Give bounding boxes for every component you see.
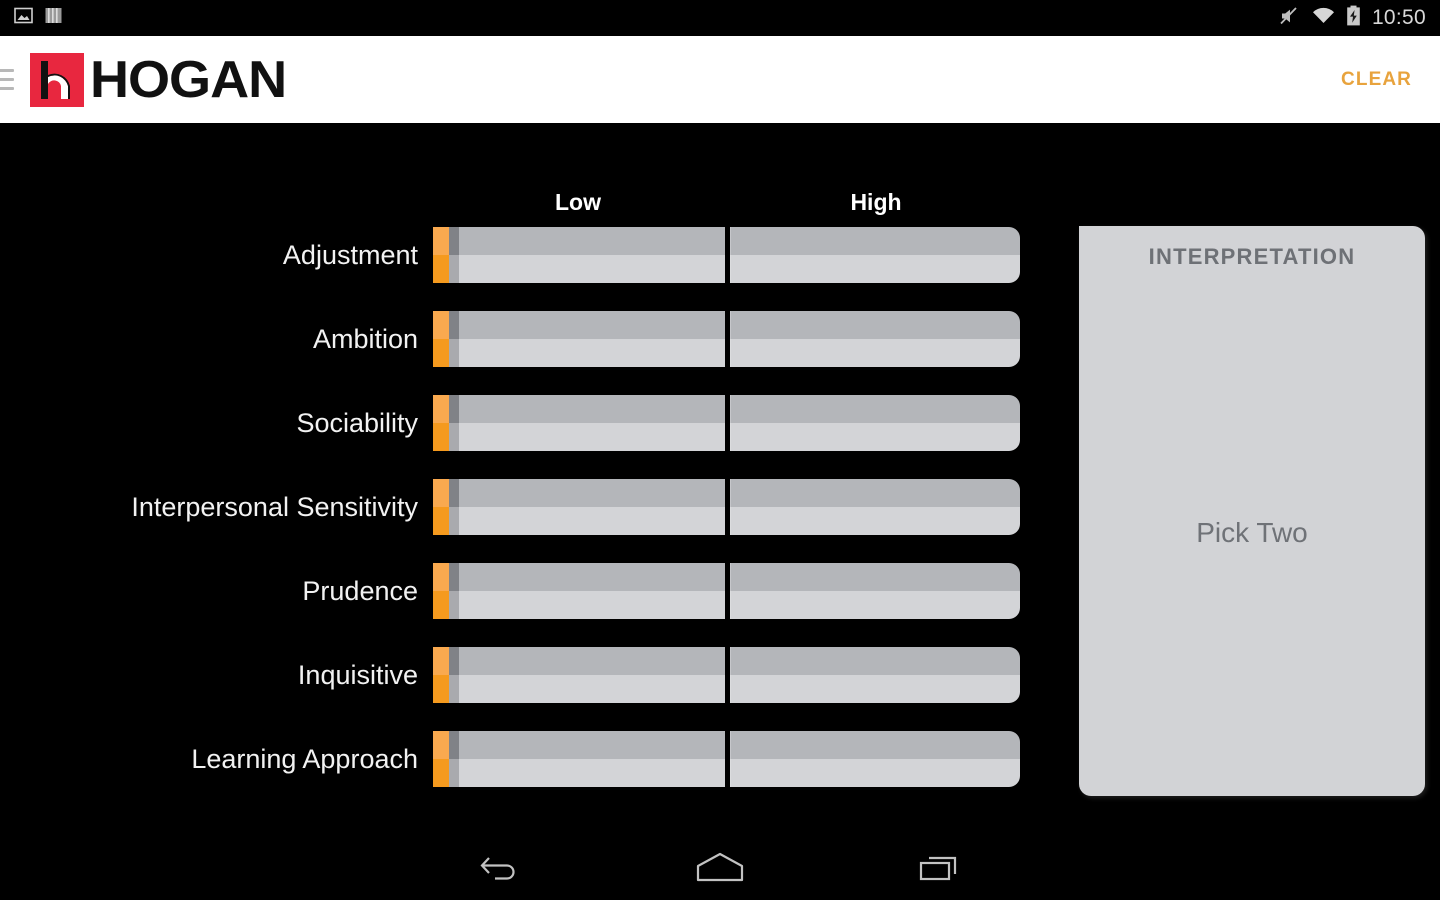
scale-marker <box>433 479 459 535</box>
interpretation-title: INTERPRETATION <box>1148 244 1356 269</box>
scale-rows: Adjustment Ambition Sociability Interperson… <box>0 227 1040 815</box>
scale-row: Sociability <box>0 395 1040 451</box>
scale-bar-low[interactable] <box>459 479 725 535</box>
status-bar-clock: 10:50 <box>1371 6 1426 29</box>
scale-bar-high[interactable] <box>730 311 1020 367</box>
recents-icon[interactable] <box>830 833 1050 900</box>
main-content: Low High Adjustment Ambition Sociability In… <box>0 123 1440 833</box>
screenshot-image-icon <box>14 6 33 30</box>
scale-label: Sociability <box>296 407 418 438</box>
scale-label: Prudence <box>302 575 418 606</box>
android-status-bar: 10:50 <box>0 0 1440 36</box>
brand-wordmark: HOGAN <box>90 50 287 109</box>
battery-charging-icon <box>1346 5 1361 31</box>
scale-marker <box>433 311 459 367</box>
column-header-low: Low <box>555 189 601 215</box>
scale-bar-low[interactable] <box>459 731 725 787</box>
scale-row: Inquisitive <box>0 647 1040 703</box>
scale-marker <box>433 731 459 787</box>
scale-row: Prudence <box>0 563 1040 619</box>
interpretation-message: Pick Two <box>1196 517 1308 548</box>
clear-button[interactable]: CLEAR <box>1341 69 1412 91</box>
scale-bar-high[interactable] <box>730 227 1020 283</box>
scale-bar-high[interactable] <box>730 731 1020 787</box>
scale-bar-low[interactable] <box>459 647 725 703</box>
scale-bar-high[interactable] <box>730 647 1020 703</box>
scale-bar-low[interactable] <box>459 311 725 367</box>
scale-label: Ambition <box>312 323 418 354</box>
scale-bar-high[interactable] <box>730 479 1020 535</box>
scale-marker <box>433 227 459 283</box>
scale-row: Ambition <box>0 311 1040 367</box>
volume-muted-icon <box>1279 6 1301 31</box>
scale-label: Adjustment <box>282 239 418 270</box>
scale-bar-low[interactable] <box>459 227 725 283</box>
brand-logo: HOGAN <box>30 52 287 107</box>
column-header-high: High <box>850 189 902 215</box>
bars-icon <box>45 6 62 30</box>
scale-marker <box>433 563 459 619</box>
scale-bar-high[interactable] <box>730 395 1020 451</box>
scale-label: Interpersonal Sensitivity <box>131 491 418 522</box>
back-icon[interactable] <box>390 833 610 900</box>
wifi-icon <box>1312 6 1335 31</box>
home-icon[interactable] <box>610 833 830 900</box>
scale-bar-high[interactable] <box>730 563 1020 619</box>
scale-marker <box>433 395 459 451</box>
status-bar-right-icons: 10:50 <box>1279 5 1440 31</box>
android-nav-bar <box>0 833 1440 900</box>
interpretation-panel: INTERPRETATION Pick Two <box>1079 226 1425 796</box>
app-bar: HOGAN CLEAR <box>0 36 1440 123</box>
scale-label: Learning Approach <box>191 743 418 774</box>
scale-marker <box>433 647 459 703</box>
scale-bar-low[interactable] <box>459 563 725 619</box>
status-bar-left-icons <box>0 6 62 30</box>
scale-row: Adjustment <box>0 227 1040 283</box>
hogan-h-logo-icon <box>30 52 84 107</box>
scale-row: Interpersonal Sensitivity <box>0 479 1040 535</box>
scale-row: Learning Approach <box>0 731 1040 787</box>
scale-bar-low[interactable] <box>459 395 725 451</box>
hamburger-menu-icon[interactable] <box>0 65 14 95</box>
scale-label: Inquisitive <box>297 659 418 690</box>
